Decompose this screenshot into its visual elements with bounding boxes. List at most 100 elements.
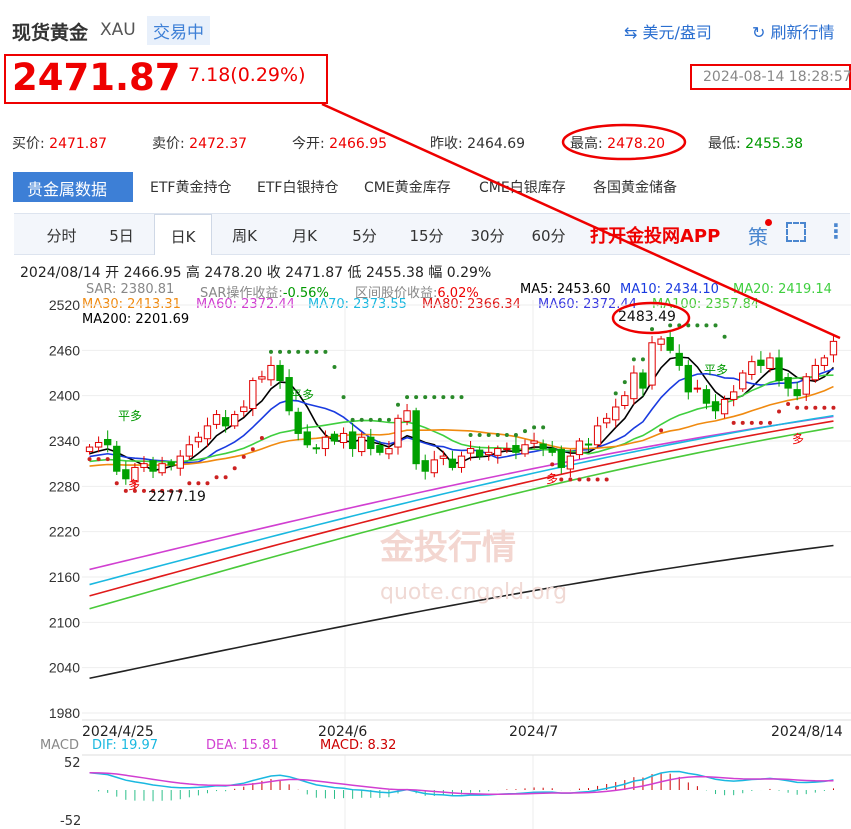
candle-body — [539, 443, 547, 450]
sar-dot — [287, 349, 292, 354]
sar-dot — [423, 395, 428, 400]
candle-body — [748, 361, 756, 376]
sar-dot — [96, 457, 101, 462]
candle-body — [584, 443, 593, 446]
candle-body — [104, 438, 112, 446]
sar-dot — [87, 457, 92, 462]
sar-dot — [196, 481, 201, 486]
sar-dot — [141, 488, 146, 493]
sar-dot — [740, 420, 745, 425]
macd-label: MACD — [40, 738, 79, 753]
sar-dot — [223, 475, 228, 480]
candle-body — [557, 448, 565, 468]
candle-body — [385, 448, 393, 455]
sar-dot — [650, 327, 655, 332]
sar-dot — [368, 417, 373, 422]
sar-dot — [822, 405, 827, 410]
sar-dot — [613, 391, 618, 396]
candle-body — [276, 364, 284, 382]
candle-body — [575, 440, 584, 456]
candle-body — [312, 447, 321, 450]
candle-body — [739, 372, 747, 390]
watermark-url: quote.cngold.org — [380, 580, 568, 605]
candle-body — [94, 442, 103, 448]
sar-dot — [241, 454, 246, 459]
candle-body — [85, 446, 94, 453]
candle-body — [321, 436, 330, 450]
candle-body — [203, 425, 212, 440]
candle-body — [249, 380, 257, 410]
y-tick-label: 2160 — [49, 569, 80, 585]
signal-long: 多 — [792, 432, 805, 446]
candle-body — [512, 445, 520, 453]
candle-body — [448, 458, 457, 468]
sar-dot — [441, 395, 446, 400]
candle-body — [648, 342, 656, 386]
candle-body — [430, 459, 438, 474]
sar-dot — [350, 417, 355, 422]
sar-dot — [795, 405, 800, 410]
candle-body — [457, 455, 466, 468]
sar-dot — [432, 395, 437, 400]
sar-dot — [459, 395, 464, 400]
y-tick-label: 2280 — [49, 478, 80, 494]
candle-body — [303, 431, 311, 446]
sar-dot — [704, 323, 709, 328]
candle-body — [757, 359, 765, 366]
sar-dot — [804, 405, 809, 410]
sar-dot — [513, 432, 518, 437]
candle-body — [294, 411, 302, 434]
candle-body — [684, 364, 692, 393]
arrow-line-annotation — [321, 102, 841, 340]
x-label-end: 2024/8/14 — [771, 724, 843, 740]
candle-body — [421, 460, 429, 472]
candle-body — [240, 406, 248, 413]
macd-ymax: 52 — [64, 756, 81, 771]
candle-body — [621, 395, 629, 406]
sar-dot — [405, 395, 410, 400]
sar-dot — [786, 401, 791, 406]
candle-body — [775, 357, 783, 382]
y-tick-label: 1980 — [49, 705, 80, 721]
sar-dot — [504, 432, 509, 437]
sar-dot — [486, 432, 491, 437]
candle-body — [358, 436, 366, 453]
candle-body — [403, 410, 411, 422]
sar-dot — [450, 395, 455, 400]
candle-body — [367, 436, 375, 450]
sar-dot — [305, 349, 310, 354]
sar-dot — [541, 425, 546, 430]
sar-dot — [713, 323, 718, 328]
candle-body — [113, 445, 121, 472]
sar-dot — [722, 334, 727, 339]
sar-dot — [523, 429, 528, 434]
sar-dot — [595, 477, 600, 482]
sar-dot — [777, 409, 782, 414]
candle-body — [811, 364, 819, 381]
candle-body — [802, 376, 810, 395]
sar-dot — [749, 420, 754, 425]
sar-dot — [631, 357, 636, 362]
candle-body — [167, 461, 175, 466]
candle-body — [720, 398, 729, 415]
candle-body — [231, 414, 239, 427]
sar-dot — [532, 425, 537, 430]
candle-body — [475, 449, 484, 457]
candle-body — [494, 448, 502, 456]
candle-body — [140, 463, 148, 468]
candle-body — [149, 460, 157, 472]
candle-body — [530, 440, 538, 444]
sar-dot — [731, 420, 736, 425]
sar-dot — [259, 435, 264, 440]
sar-dot — [568, 477, 573, 482]
candle-body — [330, 433, 339, 442]
sar-dot — [559, 477, 564, 482]
sar-dot — [187, 481, 192, 486]
sar-dot — [114, 481, 119, 486]
candle-body — [376, 445, 384, 453]
signal-flat: 平多 — [118, 409, 143, 423]
sar-dot — [414, 395, 419, 400]
signal-long: 多 — [128, 478, 141, 492]
sar-dot — [813, 405, 818, 410]
candle-body — [766, 357, 774, 369]
